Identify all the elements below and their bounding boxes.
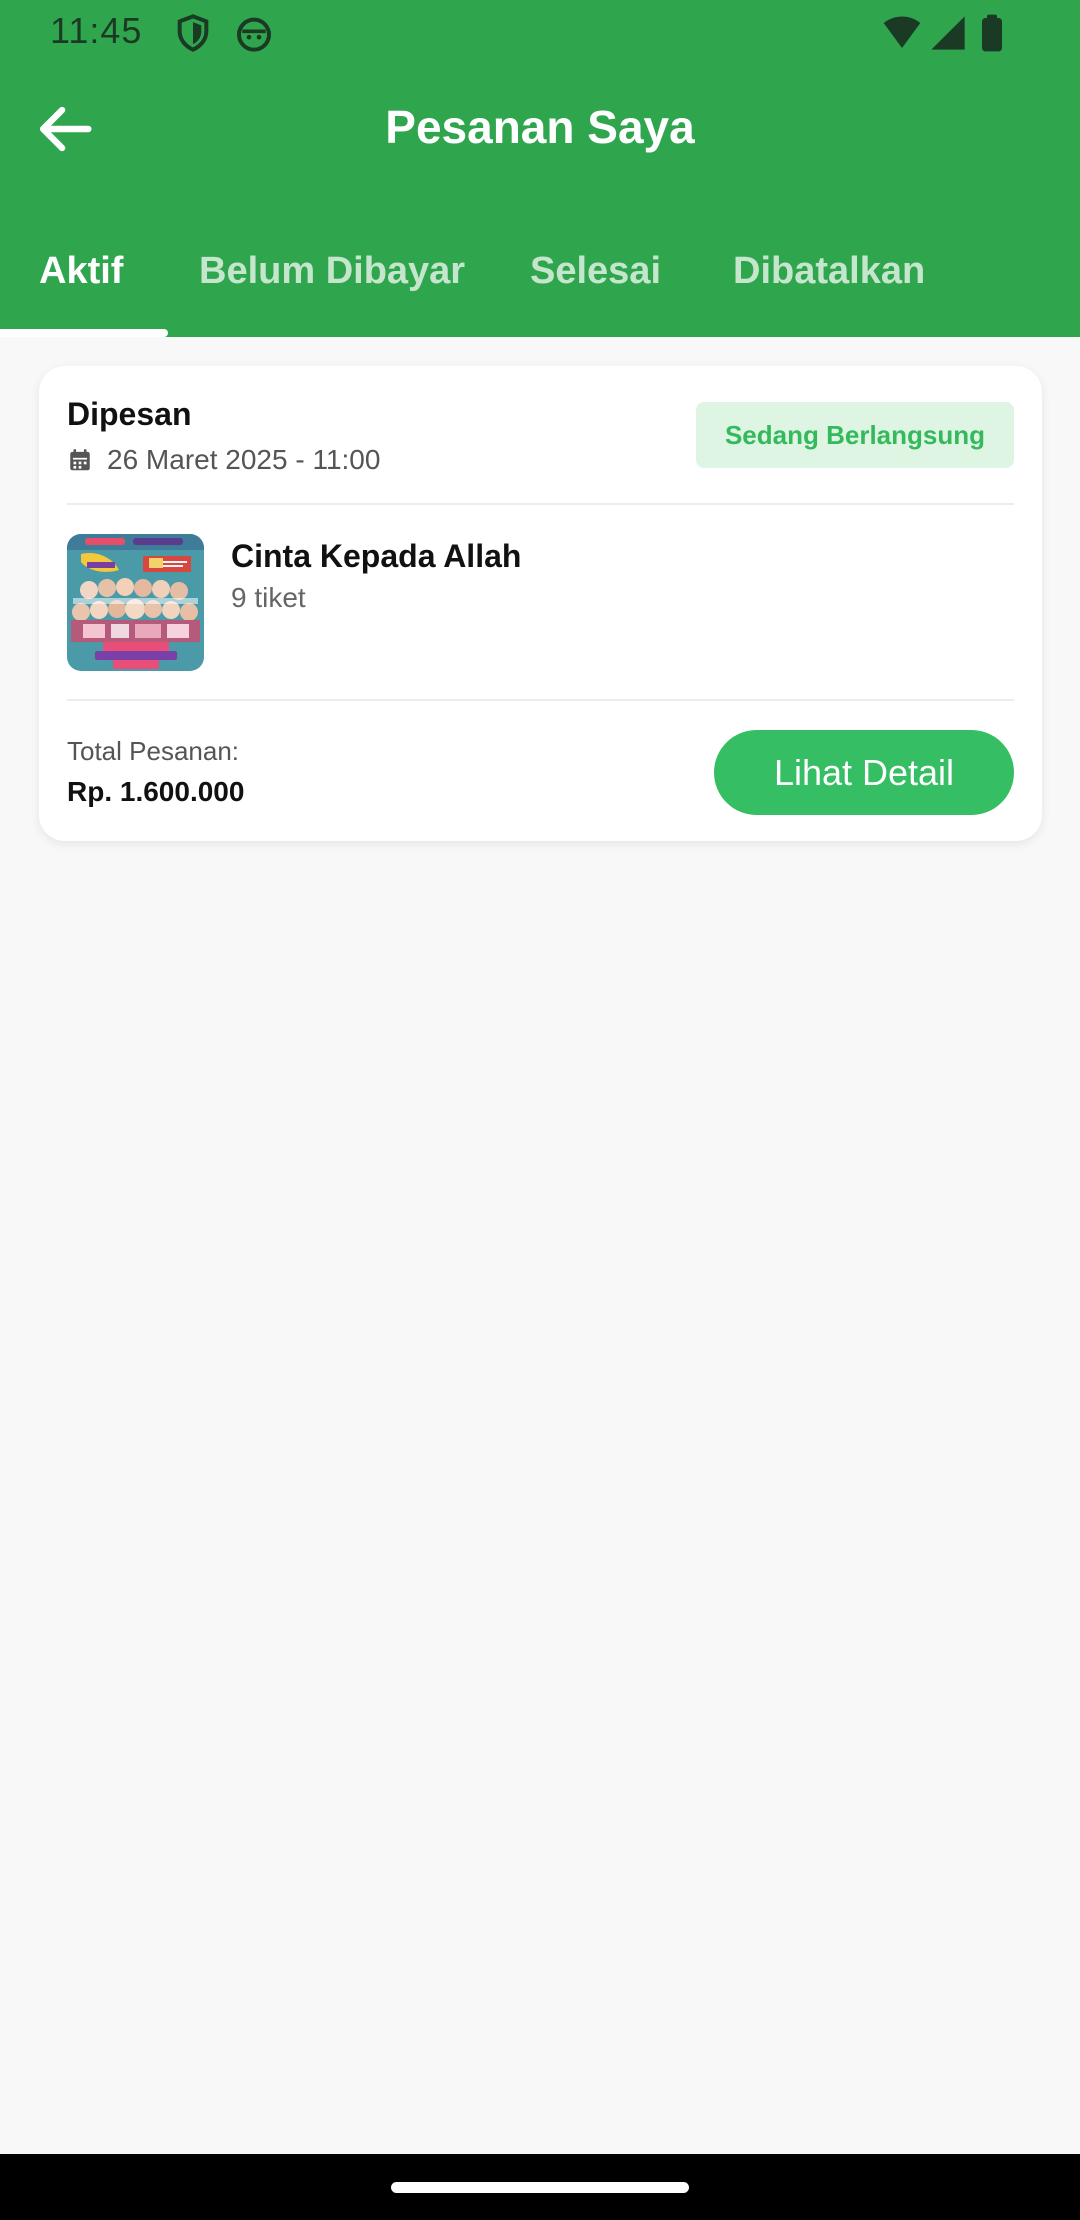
shield-icon [173,13,213,53]
calendar-icon [67,447,93,473]
wifi-icon [880,13,924,53]
app-bar: 11:45 Pesanan Saya Aktif Belum Dibayar S… [0,0,1080,337]
divider [67,503,1014,505]
tab-dibatalkan[interactable]: Dibatalkan [733,250,925,293]
order-status-label: Dipesan [67,396,192,432]
battery-icon [972,13,1012,53]
divider [67,699,1014,701]
total-value: Rp. 1.600.000 [67,776,245,807]
order-date: 26 Maret 2025 - 11:00 [107,444,381,475]
home-indicator[interactable] [391,2182,689,2193]
status-bar: 11:45 [0,0,1080,66]
order-card-header: Dipesan 26 Maret 2025 - 11:00 Sedang Ber… [67,396,1014,496]
tab-belum-dibayar[interactable]: Belum Dibayar [199,250,465,293]
order-card: Dipesan 26 Maret 2025 - 11:00 Sedang Ber… [39,366,1042,841]
status-badge: Sedang Berlangsung [696,402,1014,468]
event-row: Cinta Kepada Allah 9 tiket [67,534,1014,671]
ticket-count: 9 tiket [231,582,306,613]
view-detail-button[interactable]: Lihat Detail [714,730,1014,815]
active-tab-indicator [0,329,168,337]
status-time: 11:45 [50,10,143,51]
tab-aktif[interactable]: Aktif [39,250,123,293]
cellular-signal-icon [928,13,968,53]
event-poster-image [67,534,204,671]
page-title: Pesanan Saya [385,101,695,153]
event-name: Cinta Kepada Allah [231,538,522,574]
system-navigation-bar [0,2154,1080,2220]
order-date-row: 26 Maret 2025 - 11:00 [67,444,380,476]
total-label: Total Pesanan: [67,736,240,766]
order-tabs: Aktif Belum Dibayar Selesai Dibatalkan [0,238,1080,337]
android-face-icon [234,13,274,53]
tab-selesai[interactable]: Selesai [530,250,661,293]
